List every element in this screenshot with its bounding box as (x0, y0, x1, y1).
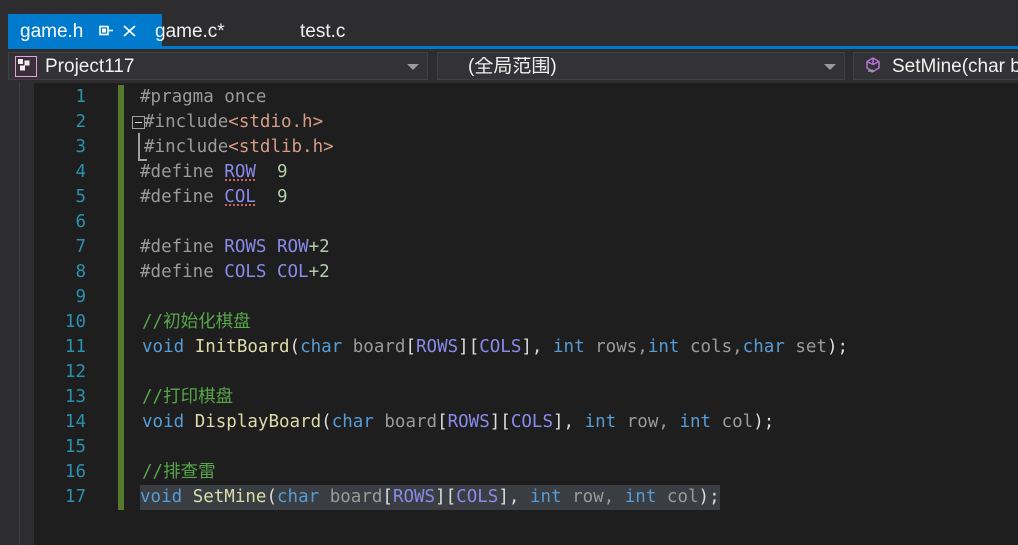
change-bar (118, 285, 124, 310)
line-content: #include<stdio.h> (144, 112, 324, 132)
code-line-selected[interactable]: 17 void SetMine(char board[ROWS][COLS], … (34, 485, 1018, 510)
line-number: 3 (75, 137, 86, 157)
line-content: #define COL 9 (140, 187, 288, 207)
line-number: 13 (64, 387, 86, 407)
line-number: 11 (64, 337, 86, 357)
line-number: 4 (75, 162, 86, 182)
line-content: //打印棋盘 (142, 387, 234, 407)
pin-icon[interactable] (95, 22, 115, 40)
change-bar (118, 160, 124, 185)
code-line[interactable]: 4 #define ROW 9 (34, 160, 1018, 185)
line-content: #define COLS COL+2 (140, 262, 330, 282)
code-line[interactable]: 6 (34, 210, 1018, 235)
code-line[interactable]: 7 #define ROWS ROW+2 (34, 235, 1018, 260)
code-line[interactable]: 10 //初始化棋盘 (34, 310, 1018, 335)
line-number: 2 (75, 112, 86, 132)
line-content: #define ROW 9 (140, 162, 288, 182)
change-bar (118, 385, 124, 410)
member-dropdown[interactable]: SetMine(char bo (853, 52, 1018, 80)
navigation-bar: Project117 (全局范围) SetMine(char bo (0, 49, 1018, 83)
line-number: 8 (75, 262, 86, 282)
code-line[interactable]: 1 #pragma once (34, 85, 1018, 110)
code-line[interactable]: 13 //打印棋盘 (34, 385, 1018, 410)
visual-studio-editor-window: game.h game.c* test.c Project117 (全局范围) … (0, 0, 1018, 545)
line-number: 15 (64, 437, 86, 457)
method-icon (862, 55, 884, 77)
line-number: 12 (64, 362, 86, 382)
line-content: void InitBoard(char board[ROWS][COLS], i… (142, 337, 849, 357)
code-line[interactable]: 2 #include<stdio.h> (34, 110, 1018, 135)
change-bar (118, 360, 124, 385)
code-editor[interactable]: 1 #pragma once 2 #include<stdio.h> 3 #in… (0, 83, 1018, 545)
margin-divider (19, 83, 20, 545)
editor-tab-bar: game.h game.c* test.c (0, 0, 1018, 49)
tab-game-c-label: game.c* (155, 20, 225, 42)
code-line[interactable]: 3 #include<stdlib.h> (34, 133, 1018, 161)
code-line[interactable]: 9 (34, 285, 1018, 310)
line-content: //排查雷 (142, 462, 216, 482)
tab-game-h-label: game.h (20, 20, 84, 42)
code-line[interactable]: 5 #define COL 9 (34, 185, 1018, 210)
change-bar (118, 135, 124, 160)
close-icon[interactable] (119, 22, 141, 40)
project-dropdown-label: Project117 (45, 56, 135, 76)
line-number: 7 (75, 237, 86, 257)
code-line[interactable]: 16 //排查雷 (34, 460, 1018, 485)
change-bar (118, 210, 124, 235)
change-bar (118, 85, 124, 110)
code-line[interactable]: 15 (34, 435, 1018, 460)
line-number: 14 (64, 412, 86, 432)
line-number: 1 (75, 87, 86, 107)
line-content: #pragma once (140, 87, 267, 107)
scope-dropdown-label: (全局范围) (468, 56, 557, 76)
change-bar (118, 335, 124, 360)
code-line[interactable]: 14 void DisplayBoard(char board[ROWS][CO… (34, 410, 1018, 435)
line-number: 10 (64, 312, 86, 332)
change-bar (118, 110, 124, 135)
line-content: void SetMine(char board[ROWS][COLS], int… (140, 485, 720, 510)
project-dropdown[interactable]: Project117 (8, 52, 428, 80)
line-number: 9 (75, 287, 86, 307)
tab-game-h[interactable]: game.h (8, 14, 162, 48)
code-line[interactable]: 8 #define COLS COL+2 (34, 260, 1018, 285)
change-bar (118, 310, 124, 335)
line-number: 5 (75, 187, 86, 207)
change-bar (118, 410, 124, 435)
line-number: 16 (64, 462, 86, 482)
change-bar (118, 260, 124, 285)
line-content: void DisplayBoard(char board[ROWS][COLS]… (142, 412, 775, 432)
change-bar (118, 460, 124, 485)
code-line[interactable]: 11 void InitBoard(char board[ROWS][COLS]… (34, 335, 1018, 360)
line-number: 6 (75, 212, 86, 232)
line-content: #include<stdlib.h> (144, 137, 334, 157)
tab-game-c[interactable]: game.c* (155, 14, 225, 48)
code-text-area[interactable]: 1 #pragma once 2 #include<stdio.h> 3 #in… (34, 83, 1018, 545)
scope-dropdown[interactable]: (全局范围) (437, 52, 845, 80)
member-dropdown-label: SetMine(char bo (892, 56, 1018, 76)
chevron-down-icon[interactable] (824, 64, 836, 70)
line-content: #define ROWS ROW+2 (140, 237, 330, 257)
chevron-down-icon[interactable] (407, 64, 419, 70)
change-bar (118, 485, 124, 510)
tab-test-c-label: test.c (300, 20, 346, 42)
editor-left-margin (0, 83, 34, 545)
change-bar (118, 435, 124, 460)
change-bar (118, 185, 124, 210)
cpp-project-icon (15, 55, 37, 77)
line-content: //初始化棋盘 (142, 312, 251, 332)
change-bar (118, 235, 124, 260)
code-line[interactable]: 12 (34, 360, 1018, 385)
line-number: 17 (64, 487, 86, 507)
tab-test-c[interactable]: test.c (300, 14, 345, 48)
